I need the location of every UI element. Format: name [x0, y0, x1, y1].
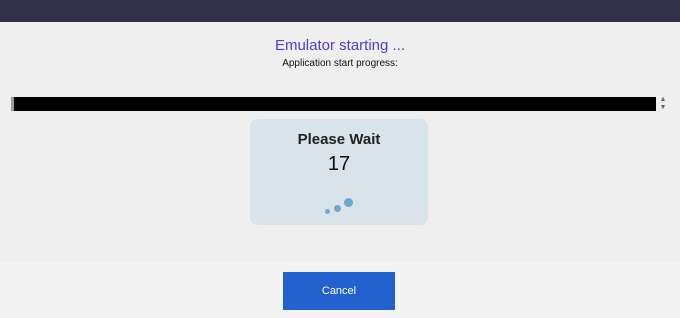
window-top-bar	[0, 0, 680, 22]
loader-dot-small	[325, 209, 330, 214]
loader-dot-large	[344, 198, 353, 207]
chevron-down-icon[interactable]: ▼	[658, 104, 668, 112]
dialog-subtitle: Application start progress:	[282, 58, 398, 69]
progress-spinner[interactable]: ▲ ▼	[658, 96, 668, 112]
cancel-button[interactable]: Cancel	[283, 272, 395, 310]
dialog-title: Emulator starting ...	[274, 37, 406, 54]
chevron-up-icon[interactable]: ▲	[658, 96, 668, 104]
please-wait-panel: Please Wait 17	[250, 119, 428, 225]
wait-heading: Please Wait	[297, 131, 381, 148]
countdown-value: 17	[327, 153, 351, 175]
loader-dot-medium	[334, 205, 341, 212]
start-progress-bar	[11, 97, 656, 111]
loading-spinner-icon	[322, 195, 356, 217]
